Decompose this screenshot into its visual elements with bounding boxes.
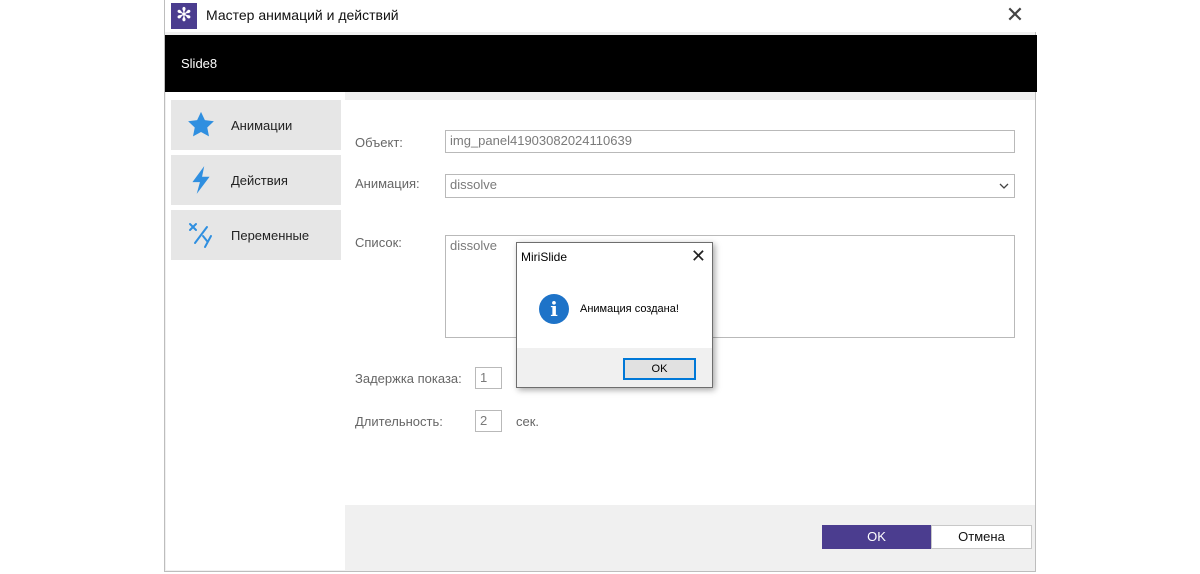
message-ok-button[interactable]: OK [623,358,696,380]
delay-label: Задержка показа: [355,371,462,386]
window-title: Мастер анимаций и действий [206,7,399,23]
slide-header: Slide8 [165,35,1037,92]
message-text: Анимация создана! [580,303,679,315]
message-box-title: MiriSlide [521,250,568,264]
animation-select-value: dissolve [450,177,497,192]
variables-icon [171,221,231,249]
animation-select[interactable]: dissolve [445,174,1015,198]
sidebar-item-label: Анимации [231,117,293,133]
object-label: Объект: [355,135,403,150]
delay-field[interactable]: 1 [475,367,502,389]
sidebar-item-label: Действия [231,172,288,188]
ok-button[interactable]: OK [822,525,931,549]
message-box-footer: OK [517,348,712,387]
message-box: MiriSlide ✕ i Анимация создана! OK [516,242,713,388]
close-icon[interactable]: ✕ [1001,2,1029,30]
sidebar: Анимации Действия Переменные [166,92,345,570]
title-bar: ✻ Мастер анимаций и действий ✕ [165,0,1037,32]
duration-field[interactable]: 2 [475,410,502,432]
animation-label: Анимация: [355,176,420,191]
info-icon: i [539,294,569,324]
duration-unit: сек. [516,414,540,429]
app-logo-icon: ✻ [171,3,197,29]
lightning-icon [171,165,231,195]
close-icon[interactable]: ✕ [691,245,706,267]
object-field[interactable]: img_panel41903082024110639 [445,130,1015,153]
slide-name: Slide8 [181,56,218,71]
duration-label: Длительность: [355,414,443,429]
sidebar-item-actions[interactable]: Действия [171,155,341,205]
sidebar-item-animations[interactable]: Анимации [171,100,341,150]
chevron-down-icon[interactable] [998,176,1010,202]
sidebar-item-variables[interactable]: Переменные [171,210,341,260]
sidebar-item-label: Переменные [231,227,310,243]
star-icon [171,110,231,140]
cancel-button[interactable]: Отмена [931,525,1032,549]
list-label: Список: [355,235,402,250]
